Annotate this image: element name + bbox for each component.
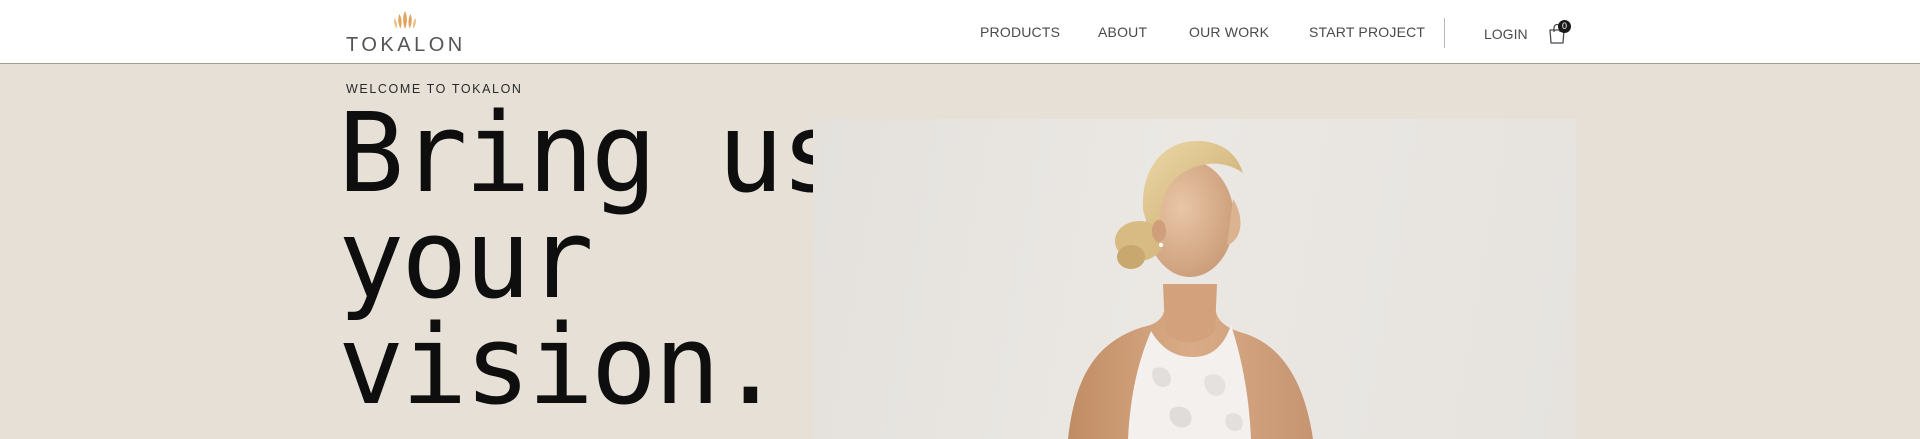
login-link[interactable]: LOGIN: [1484, 26, 1528, 42]
nav-item-our-work[interactable]: OUR WORK: [1189, 24, 1269, 40]
nav-divider: [1444, 18, 1445, 48]
cart-count-badge: 0: [1558, 20, 1571, 33]
headline-line-1: Bring us: [338, 89, 847, 217]
hero-image: [813, 119, 1576, 439]
hero-headline: Bring us your vision.: [338, 89, 847, 429]
headline-line-2: your: [338, 195, 594, 323]
cart-button[interactable]: 0: [1546, 20, 1571, 46]
tokalon-logo[interactable]: TOKALON: [346, 10, 468, 56]
nav-item-products[interactable]: PRODUCTS: [980, 24, 1060, 40]
woman-in-white-tank-top-photo: [1068, 141, 1313, 439]
brand-name: TOKALON: [346, 34, 466, 56]
lotus-petals-icon: [394, 11, 416, 29]
nav-item-about[interactable]: ABOUT: [1098, 24, 1147, 40]
site-header: TOKALON PRODUCTS ABOUT OUR WORK START PR…: [0, 0, 1920, 64]
nav-item-start-project[interactable]: START PROJECT: [1309, 24, 1425, 40]
headline-line-3: vision.: [338, 301, 784, 429]
